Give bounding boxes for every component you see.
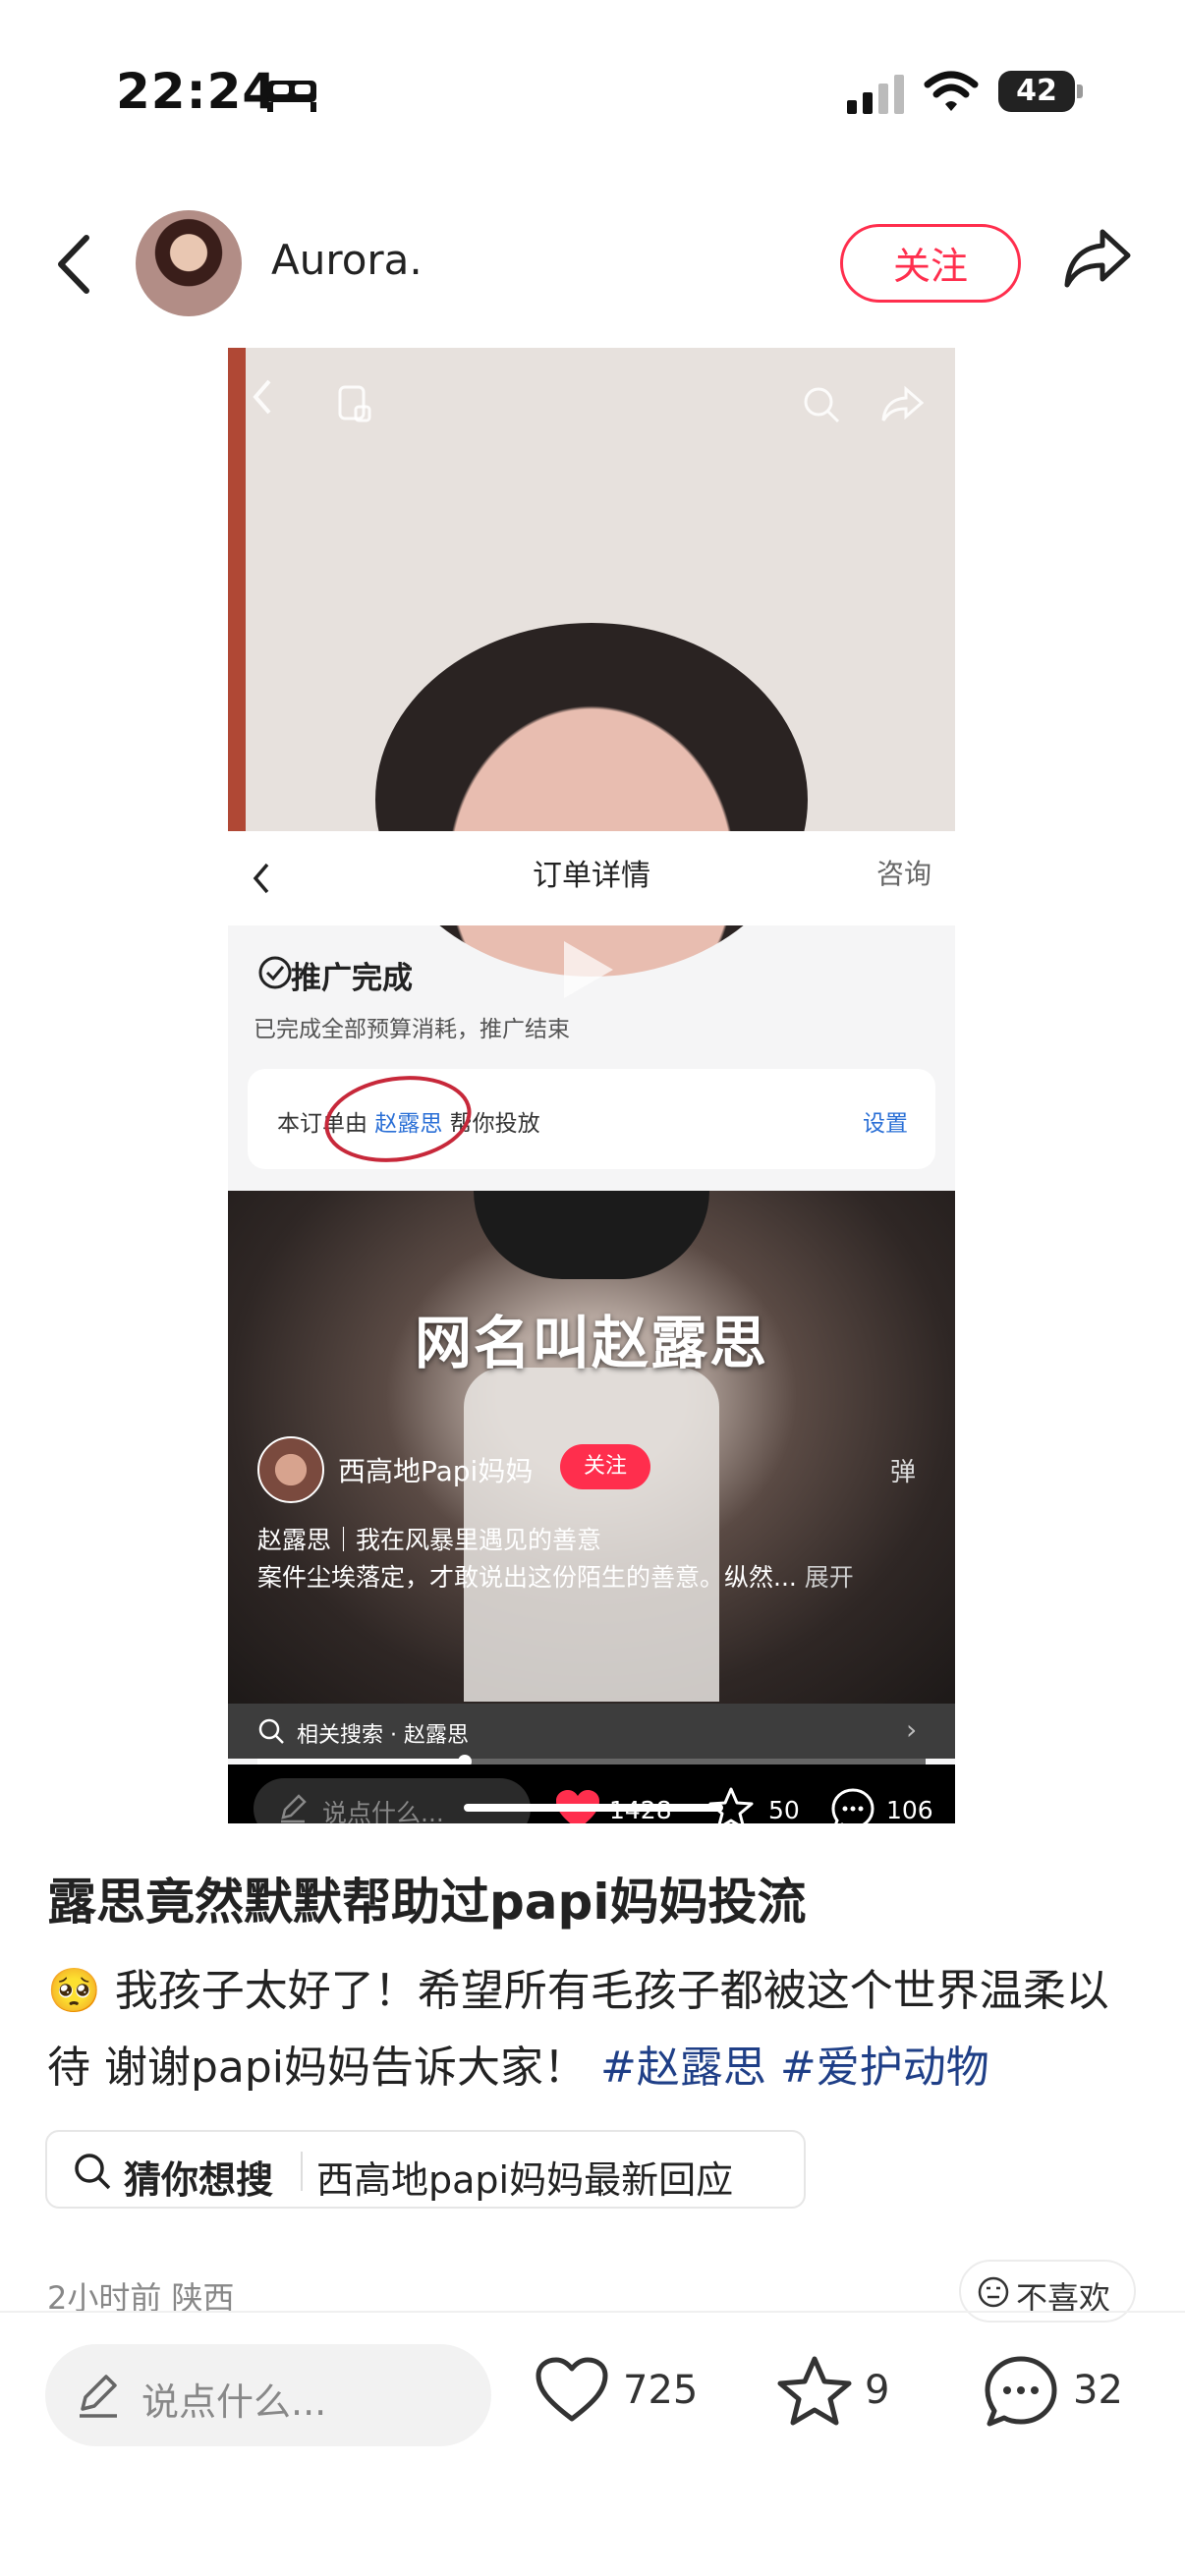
like-count: 725: [623, 2368, 699, 2413]
hashtag-1[interactable]: #赵露思: [600, 2043, 766, 2093]
wifi-icon: [924, 71, 979, 111]
guess-separator: [301, 2152, 303, 2191]
check-circle-icon: [258, 956, 292, 989]
hashtag-2[interactable]: #爱护动物: [780, 2043, 989, 2093]
author-avatar[interactable]: [136, 210, 242, 316]
video-title: 网名叫赵露思: [414, 1310, 768, 1376]
overlay-share-icon: [881, 385, 924, 421]
status-time: 22:24: [116, 63, 278, 120]
star-count: 9: [865, 2368, 890, 2413]
bottom-divider: [0, 2311, 1185, 2313]
video-frame: 网名叫赵露思 西高地Papi妈妈 关注 弹 赵露思｜我在风暴里遇见的善意 案件尘…: [228, 1191, 955, 1704]
search-icon: [258, 1718, 284, 1744]
post-image[interactable]: 订单详情 咨询 推广完成 已完成全部预算消耗，推广结束 本订单由 赵露思 帮你投…: [228, 348, 955, 1823]
comment-placeholder: 说点什么...: [141, 2380, 327, 2424]
comment-input[interactable]: 说点什么...: [45, 2344, 491, 2446]
guess-search-chip[interactable]: 猜你想搜 西高地papi妈妈最新回应: [45, 2130, 806, 2209]
pencil-icon: [80, 2375, 117, 2418]
order-card-setting: 设置: [863, 1111, 908, 1137]
bed-icon: [267, 81, 316, 112]
pencil-icon: [281, 1794, 307, 1823]
back-arrow-icon[interactable]: [49, 230, 100, 299]
battery-indicator: 42: [998, 71, 1075, 112]
order-header: 订单详情 咨询: [228, 831, 955, 925]
comment-icon[interactable]: [983, 2354, 1059, 2431]
post-title: 露思竟然默默帮助过papi妈妈投流: [47, 1874, 807, 1931]
mask-shape: [474, 1191, 709, 1279]
heart-icon[interactable]: [535, 2356, 609, 2425]
selfie-photo: [228, 348, 955, 977]
emoji-pleading: 🥺: [47, 1966, 101, 2016]
comment-count: 32: [1073, 2368, 1123, 2413]
order-title: 订单详情: [533, 859, 650, 893]
guess-label: 猜你想搜: [124, 2158, 274, 2202]
dislike-button[interactable]: 不喜欢: [959, 2260, 1136, 2323]
video-author-name: 西高地Papi妈妈: [338, 1455, 534, 1487]
overlay-copy-icon: [338, 385, 371, 422]
order-consult: 咨询: [876, 858, 932, 890]
overlay-search-icon: [804, 387, 840, 423]
promo-title: 推广完成: [291, 961, 413, 996]
neutral-face-icon: [978, 2276, 1009, 2308]
video-comment-input: 说点什么...: [254, 1778, 531, 1823]
signal-icon: [847, 75, 904, 114]
post-body: 🥺 我孩子太好了！希望所有毛孩子都被这个世界温柔以待 谢谢papi妈妈告诉大家！…: [47, 1966, 1109, 2093]
video-comment-placeholder: 说点什么...: [322, 1799, 444, 1823]
video-caption-title: 赵露思｜我在风暴里遇见的善意: [257, 1526, 602, 1554]
home-indicator: [464, 1804, 723, 1812]
follow-button[interactable]: 关注: [840, 224, 1021, 303]
overlay-back-icon: [253, 379, 271, 415]
video-caption-body: 案件尘埃落定，才敢说出这份陌生的善意。纵然... 展开: [257, 1563, 854, 1592]
danmu-toggle: 弹: [890, 1458, 917, 1487]
battery-cap: [1077, 84, 1083, 98]
video-author-avatar: [257, 1436, 324, 1503]
guess-query: 西高地papi妈妈最新回应: [316, 2158, 734, 2202]
search-icon: [75, 2154, 111, 2190]
video-follow-badge: 关注: [560, 1444, 650, 1489]
video-star-count: 50: [768, 1796, 800, 1823]
comment-icon: [831, 1788, 875, 1823]
chevron-right-icon: ›: [906, 1713, 918, 1746]
star-icon[interactable]: [776, 2354, 853, 2427]
promo-subtitle: 已完成全部预算消耗，推广结束: [254, 1017, 570, 1042]
author-name[interactable]: Aurora.: [271, 236, 423, 284]
video-comment-count: 106: [886, 1796, 933, 1823]
share-icon[interactable]: [1063, 226, 1132, 289]
play-icon: [564, 941, 613, 998]
